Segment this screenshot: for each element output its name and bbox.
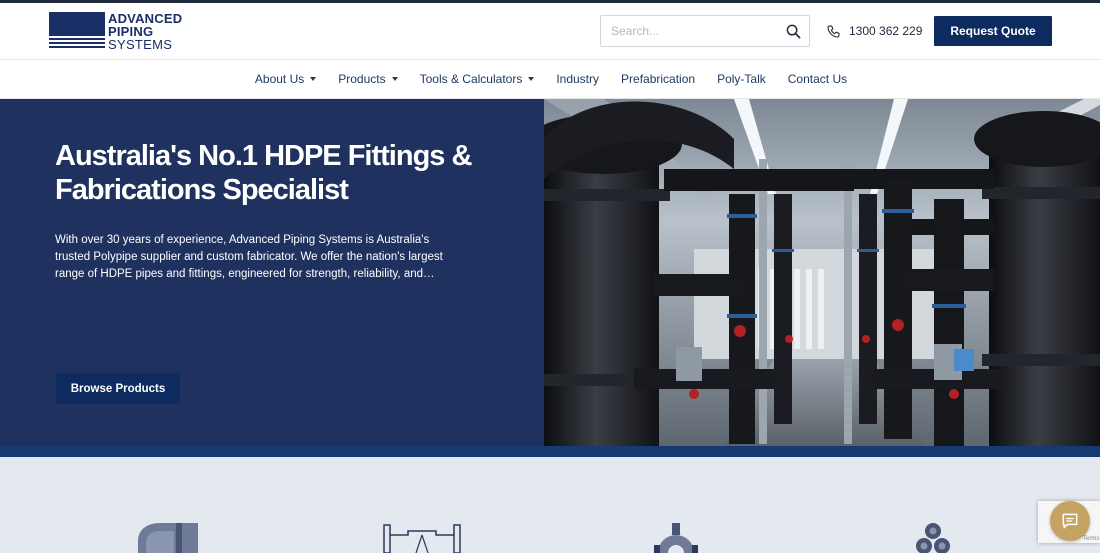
nav-item-label: Products	[338, 72, 386, 86]
main-nav-list: About Us Products Tools & Calculators In…	[0, 60, 1100, 98]
nav-item-label: About Us	[254, 72, 305, 86]
nav-item-poly-talk[interactable]: Poly-Talk	[717, 72, 766, 86]
logo-line-systems: SYSTEMS	[108, 37, 173, 52]
search-input[interactable]	[601, 16, 781, 46]
hero-image	[544, 99, 1100, 446]
caret-down-icon	[310, 77, 317, 81]
search-button[interactable]	[783, 21, 803, 41]
search-icon	[786, 24, 800, 38]
valve-fitting-icon	[654, 523, 698, 553]
hero-text-panel: Australia's No.1 HDPE Fittings & Fabrica…	[0, 99, 544, 446]
site-logo[interactable]: ADVANCED PIPING SYSTEMS	[49, 12, 194, 52]
main-nav: About Us Products Tools & Calculators In…	[0, 59, 1100, 99]
hero-description: With over 30 years of experience, Advanc…	[55, 234, 443, 280]
hero-accent-bar	[0, 446, 1100, 457]
chat-launcher-button[interactable]	[1050, 501, 1090, 541]
browse-products-button[interactable]: Browse Products	[56, 373, 180, 404]
phone-icon	[826, 24, 841, 39]
nav-item-label: Prefabrication	[621, 72, 696, 86]
nav-item-prefabrication[interactable]: Prefabrication	[621, 72, 695, 86]
nav-item-tools-calculators[interactable]: Tools & Calculators	[420, 72, 535, 86]
product-categories-section	[0, 457, 1100, 553]
industrial-pipes-photo	[544, 99, 1100, 446]
nav-item-industry[interactable]: Industry	[556, 72, 599, 86]
nav-item-products[interactable]: Products	[338, 72, 398, 86]
nav-item-label: Poly-Talk	[717, 72, 766, 86]
site-header: ADVANCED PIPING SYSTEMS 1300 362 229 Req…	[0, 3, 1100, 59]
nav-item-label: Tools & Calculators	[419, 72, 523, 86]
logo-mark-icon	[49, 12, 105, 48]
phone-link[interactable]: 1300 362 229	[826, 22, 922, 40]
phone-number: 1300 362 229	[849, 24, 923, 38]
hero-section: Australia's No.1 HDPE Fittings & Fabrica…	[0, 99, 1100, 457]
request-quote-button[interactable]: Request Quote	[934, 16, 1052, 46]
pipe-bundle-icon	[916, 523, 950, 553]
recaptcha-terms[interactable]: Terms	[1083, 536, 1099, 542]
flange-fitting-icon	[383, 524, 461, 553]
caret-down-icon	[528, 77, 535, 81]
logo-wordmark: ADVANCED PIPING SYSTEMS	[108, 12, 182, 51]
nav-item-contact-us[interactable]: Contact Us	[788, 72, 847, 86]
search-box	[600, 15, 810, 47]
nav-item-label: Industry	[556, 72, 600, 86]
hero-title: Australia's No.1 HDPE Fittings & Fabrica…	[55, 140, 472, 206]
nav-item-label: Contact Us	[787, 72, 848, 86]
chat-bubble-icon	[1062, 513, 1078, 529]
elbow-fitting-icon	[138, 523, 198, 553]
nav-item-about-us[interactable]: About Us	[254, 72, 317, 86]
caret-down-icon	[391, 77, 398, 81]
